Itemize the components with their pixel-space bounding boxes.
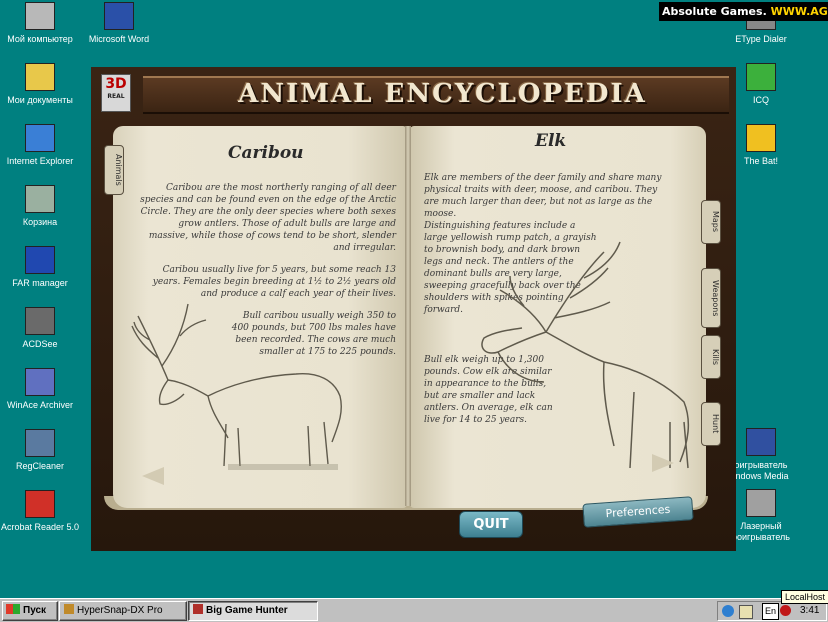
start-label: Пуск	[23, 605, 47, 616]
windows-media-icon	[746, 428, 776, 456]
regcleaner-icon	[25, 429, 55, 457]
the-bat-icon	[746, 124, 776, 152]
desktop-icon[interactable]: WinAce Archiver	[0, 368, 82, 411]
banner-prefix: Absolute Games.	[662, 5, 767, 18]
tab-hunt[interactable]: Hunt	[701, 402, 721, 446]
my-documents-icon	[25, 63, 55, 91]
next-page-arrow[interactable]	[652, 454, 674, 472]
big-game-hunter-icon	[193, 604, 203, 614]
desktop-icon-label: Мой компьютер	[7, 34, 73, 44]
logo-top-text: 3D	[105, 76, 127, 92]
caribou-title: Caribou	[228, 143, 304, 163]
desktop-icon[interactable]: Корзина	[0, 185, 82, 228]
tab-kills[interactable]: Kills	[701, 335, 721, 379]
tab-animals-label: Animals	[114, 154, 123, 186]
far-manager-icon	[25, 246, 55, 274]
icq-icon	[746, 63, 776, 91]
tray-tooltip: LocalHost	[781, 590, 828, 604]
tab-animals[interactable]: Animals	[104, 145, 124, 195]
task-hypersnap[interactable]: HyperSnap-DX Pro	[59, 601, 187, 621]
desktop-icon[interactable]: Acrobat Reader 5.0	[0, 490, 82, 533]
acdsee-icon	[25, 307, 55, 335]
tab-kills-label: Kills	[711, 348, 720, 366]
elk-paragraph: Elk are members of the deer family and s…	[424, 173, 662, 219]
caribou-paragraph: Caribou are the most northerly ranging o…	[140, 183, 396, 253]
desktop-icon-label: WinAce Archiver	[6, 400, 74, 410]
my-computer-icon	[25, 2, 55, 30]
stop-icon[interactable]	[780, 605, 791, 616]
cd-player-icon	[746, 489, 776, 517]
previous-page-arrow[interactable]	[142, 467, 164, 485]
game-title: ANIMAL ENCYCLOPEDIA	[238, 79, 647, 109]
desktop-icon-label: Корзина	[22, 217, 58, 227]
recycle-bin-icon	[25, 185, 55, 213]
task-label: HyperSnap-DX Pro	[77, 605, 163, 616]
desktop-icon[interactable]: ACDSee	[0, 307, 82, 350]
banner-site: WWW.AG.RU	[770, 5, 828, 18]
word-icon	[104, 2, 134, 30]
desktop-icon-label: Internet Explorer	[6, 156, 74, 166]
elk-illustration	[481, 241, 690, 469]
desktop-icon-label: EType Dialer	[735, 34, 787, 44]
quit-button[interactable]: QUIT	[459, 511, 523, 538]
caribou-paragraph: Caribou usually live for 5 years, but so…	[152, 265, 396, 299]
system-tray: En 3:41	[717, 601, 827, 621]
elk-title: Elk	[535, 131, 567, 151]
task-big-game-hunter[interactable]: Big Game Hunter	[188, 601, 318, 621]
tab-maps[interactable]: Maps	[701, 200, 721, 244]
windows-logo-icon	[6, 604, 20, 614]
book-spine	[405, 126, 411, 506]
network-icon[interactable]	[722, 605, 734, 617]
tab-weapons-label: Weapons	[711, 279, 720, 317]
desktop-icon[interactable]: Internet Explorer	[0, 124, 82, 167]
desktop-icon[interactable]: FAR manager	[0, 246, 82, 289]
start-button[interactable]: Пуск	[2, 601, 58, 621]
absolute-games-banner[interactable]: Absolute Games. WWW.AG.RU	[659, 2, 828, 21]
taskbar: Пуск HyperSnap-DX Pro Big Game Hunter En…	[0, 598, 828, 622]
desktop-icon[interactable]: Мой компьютер	[0, 2, 82, 45]
desktop-icon-label: Мои документы	[7, 95, 73, 105]
clock[interactable]: 3:41	[800, 602, 819, 620]
desktop-icon-label: Acrobat Reader 5.0	[0, 522, 80, 532]
desktop-icon-label: ACDSee	[22, 339, 58, 349]
caribou-illustration	[131, 303, 342, 470]
desktop-icon[interactable]: RegCleaner	[0, 429, 82, 472]
desktop-icon-label: Microsoft Word	[88, 34, 150, 44]
winace-icon	[25, 368, 55, 396]
language-indicator[interactable]: En	[762, 603, 779, 620]
desktop-icon-label: FAR manager	[12, 278, 68, 288]
tab-weapons[interactable]: Weapons	[701, 268, 721, 328]
desktop-icon[interactable]: Мои документы	[0, 63, 82, 106]
tab-maps-label: Maps	[711, 211, 720, 233]
desktop-icon[interactable]: Microsoft Word	[77, 2, 161, 45]
acrobat-reader-icon	[25, 490, 55, 518]
hypersnap-icon	[64, 604, 74, 614]
internet-explorer-icon	[25, 124, 55, 152]
desktop-icon-label: RegCleaner	[15, 461, 65, 471]
logo-bottom-text: REAL	[107, 93, 125, 100]
3d-realms-logo: 3D REAL	[101, 74, 131, 112]
task-label: Big Game Hunter	[206, 605, 288, 616]
tab-hunt-label: Hunt	[711, 414, 720, 434]
scheduler-icon[interactable]	[739, 605, 753, 619]
